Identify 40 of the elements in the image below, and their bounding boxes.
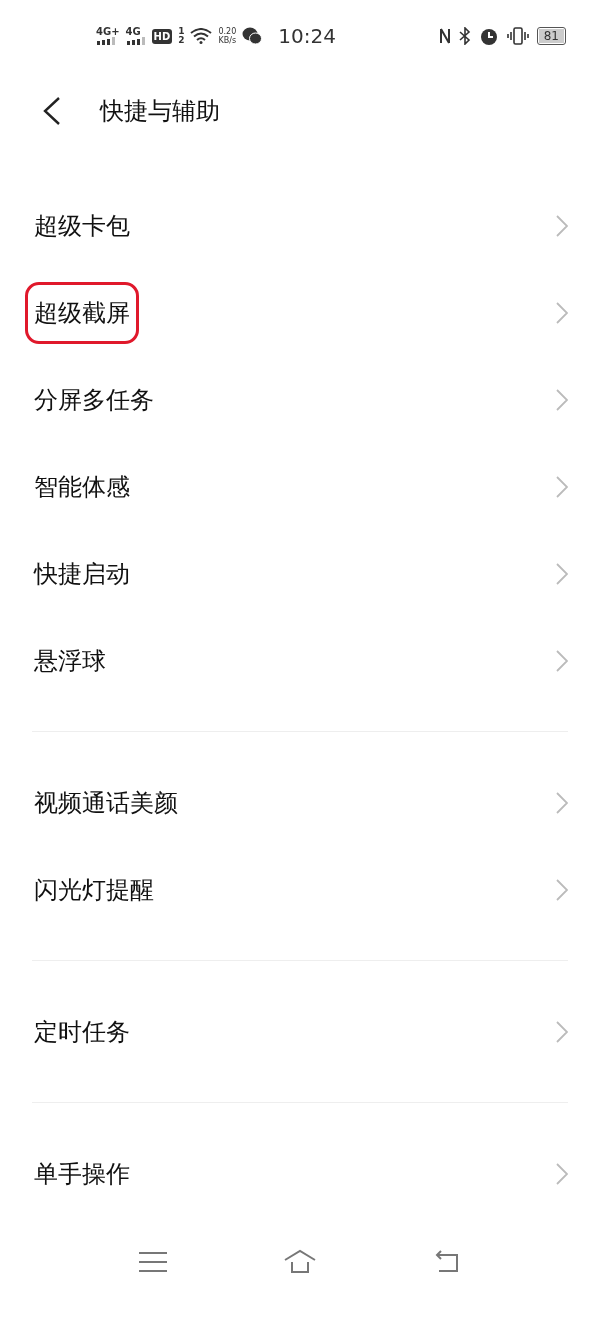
settings-item[interactable]: 定时任务 [34,1011,130,1052]
settings-item[interactable]: 超级截屏 [25,281,139,344]
chevron-right-icon [556,878,568,901]
menu-icon[interactable] [137,1249,170,1275]
settings-item[interactable]: 快捷启动 [34,553,130,594]
chevron-right-icon [556,649,568,672]
chevron-right-icon [556,214,568,237]
sim-number: 2 [178,36,185,45]
chevron-right-icon [556,301,568,324]
network-type: 4G [125,27,141,37]
battery-indicator: 81 [536,27,566,45]
network-speed: 0.20 [218,27,237,36]
chat-icon [242,27,263,45]
sim-number: 1 [178,27,185,36]
vibrate-icon [506,27,529,45]
home-icon[interactable] [284,1249,316,1275]
settings-item[interactable]: 超级卡包 [34,205,130,246]
chevron-right-icon [556,562,568,585]
settings-item[interactable]: 单手操作 [34,1153,130,1194]
alarm-clock-icon [478,26,499,46]
page-title: 快捷与辅助 [100,96,220,127]
settings-item[interactable]: 智能体感 [34,466,130,507]
chevron-right-icon [556,388,568,411]
chevron-right-icon [556,475,568,498]
wifi-icon [190,28,213,44]
speed-unit: KB/s [218,36,237,45]
chevron-right-icon [556,1020,568,1043]
settings-item[interactable]: 悬浮球 [34,640,106,681]
network-type: 4G+ [96,27,120,37]
settings-item[interactable]: 闪光灯提醒 [34,869,154,910]
chevron-right-icon [556,1162,568,1185]
clock-time: 10:24 [278,24,336,48]
settings-item[interactable]: 视频通话美颜 [34,782,178,823]
signal-icon [96,37,116,45]
nfc-icon [438,27,451,45]
chevron-right-icon [556,791,568,814]
settings-item[interactable]: 分屏多任务 [34,379,154,420]
bluetooth-icon [458,27,471,45]
hd-badge: HD [151,28,173,44]
signal-icon [125,37,146,45]
